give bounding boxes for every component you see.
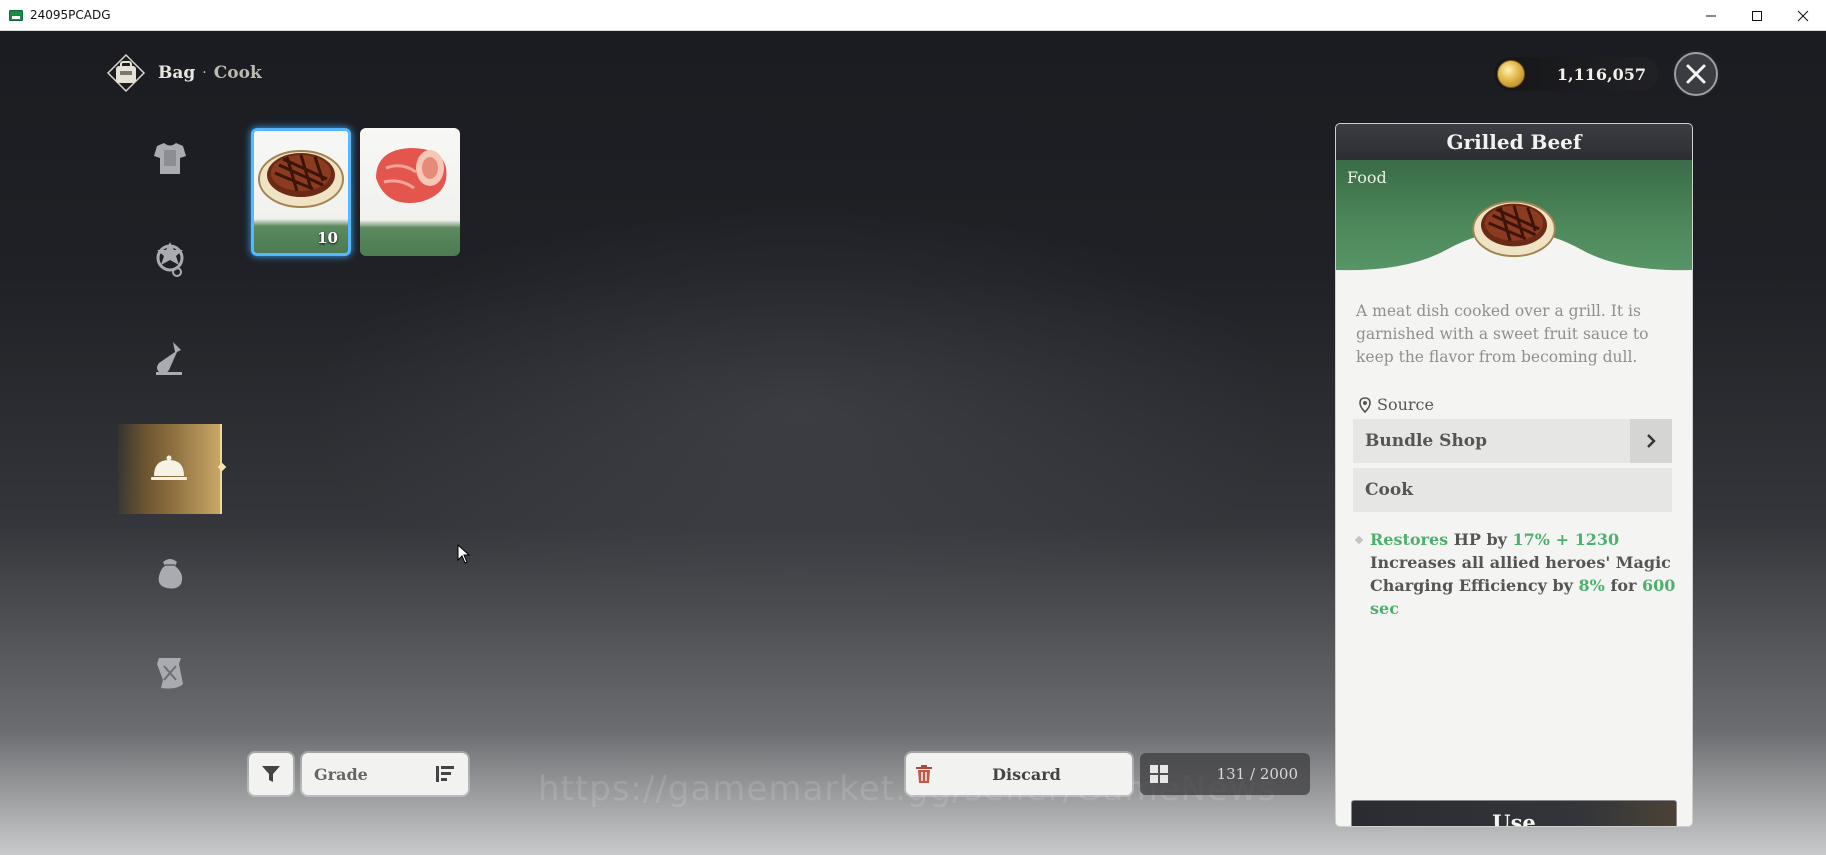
capacity-count: 131 / 2000 <box>1216 765 1298 783</box>
sidebar-item-potion[interactable] <box>118 314 222 404</box>
mouse-cursor <box>457 544 471 564</box>
go-to-source-button[interactable] <box>1630 419 1672 463</box>
discard-label: Discard <box>992 764 1061 784</box>
app-icon <box>9 9 23 21</box>
accessory-icon <box>156 242 184 277</box>
raw-meat-icon <box>376 148 447 203</box>
close-icon <box>1686 64 1706 84</box>
window-titlebar: 24095PCADG <box>0 0 1826 31</box>
scroll-icon <box>157 658 183 689</box>
maximize-icon <box>1752 10 1762 21</box>
window-controls <box>1688 0 1826 31</box>
sort-grade-button[interactable]: Grade <box>302 753 468 795</box>
close-window-button[interactable] <box>1780 0 1826 31</box>
source-name: Cook <box>1365 480 1413 500</box>
potion-icon <box>156 342 182 375</box>
item-effect: Restores HP by 17% + 1230 Increases all … <box>1354 528 1676 620</box>
close-icon <box>1797 10 1809 21</box>
maximize-button[interactable] <box>1734 0 1780 31</box>
grilled-beef-icon <box>1472 200 1556 258</box>
grid-icon <box>1150 765 1168 783</box>
item-category: Food <box>1347 168 1387 187</box>
bag-capacity: 131 / 2000 <box>1140 753 1310 795</box>
material-sack-icon <box>158 559 183 589</box>
gold-coin-icon <box>1497 60 1525 88</box>
window-title: 24095PCADG <box>30 8 111 22</box>
source-cook: Cook <box>1353 468 1672 512</box>
breadcrumb: Bag · Cook <box>104 53 262 93</box>
source-heading: Source <box>1358 395 1692 414</box>
minimize-button[interactable] <box>1688 0 1734 31</box>
bag-icon <box>106 53 146 93</box>
filter-icon <box>262 766 280 782</box>
item-hero: Food <box>1336 160 1692 278</box>
sort-label: Grade <box>314 764 368 784</box>
armor-icon <box>154 143 186 174</box>
sidebar-item-equipment[interactable] <box>118 114 222 204</box>
breadcrumb-cook: Cook <box>213 63 262 83</box>
item-description: A meat dish cooked over a grill. It is g… <box>1356 302 1649 366</box>
item-quantity: 10 <box>317 229 338 247</box>
source-bundle-shop[interactable]: Bundle Shop <box>1353 419 1672 463</box>
source-name: Bundle Shop <box>1365 431 1488 451</box>
inventory-item-grilled-beef[interactable]: 10 <box>251 128 351 256</box>
effect-plus: + <box>1555 530 1569 549</box>
effect-hp-by: HP by <box>1453 530 1507 549</box>
gold-currency: 1,116,057 <box>1494 57 1658 91</box>
use-button[interactable]: Use <box>1351 800 1677 826</box>
gold-amount: 1,116,057 <box>1556 64 1646 84</box>
effect-restores: Restores <box>1370 530 1449 549</box>
item-detail-panel: Grilled Beef Food A meat dish cooked ove… <box>1336 124 1692 826</box>
trash-icon <box>916 765 932 783</box>
game-viewport: Bag · Cook 1,116,057 10 Grade Discard 13… <box>0 31 1826 855</box>
effect-magic-percent: 8% <box>1578 576 1605 595</box>
filter-button[interactable] <box>249 753 293 795</box>
grilled-beef-icon <box>258 150 344 208</box>
sidebar-item-accessory[interactable] <box>118 214 222 304</box>
sidebar-item-material[interactable] <box>118 528 222 618</box>
effect-bullet <box>1354 535 1364 545</box>
breadcrumb-separator: · <box>202 65 207 81</box>
chevron-right-icon <box>1647 434 1656 448</box>
cloche-icon <box>151 455 187 480</box>
breadcrumb-bag: Bag <box>158 63 196 83</box>
source-label: Source <box>1377 395 1434 414</box>
close-bag-button[interactable] <box>1674 52 1718 96</box>
item-title: Grilled Beef <box>1336 124 1692 160</box>
inventory-item-raw-meat[interactable] <box>360 128 460 256</box>
sort-icon <box>436 766 454 782</box>
effect-for: for <box>1610 576 1637 595</box>
discard-button[interactable]: Discard <box>906 753 1132 795</box>
effect-hp-flat: 1230 <box>1574 530 1620 549</box>
location-pin-icon <box>1359 396 1371 413</box>
minimize-icon <box>1706 15 1716 16</box>
effect-hp-percent: 17% <box>1512 530 1550 549</box>
sidebar-item-scroll[interactable] <box>118 628 222 718</box>
sidebar-item-cook[interactable] <box>118 424 222 514</box>
